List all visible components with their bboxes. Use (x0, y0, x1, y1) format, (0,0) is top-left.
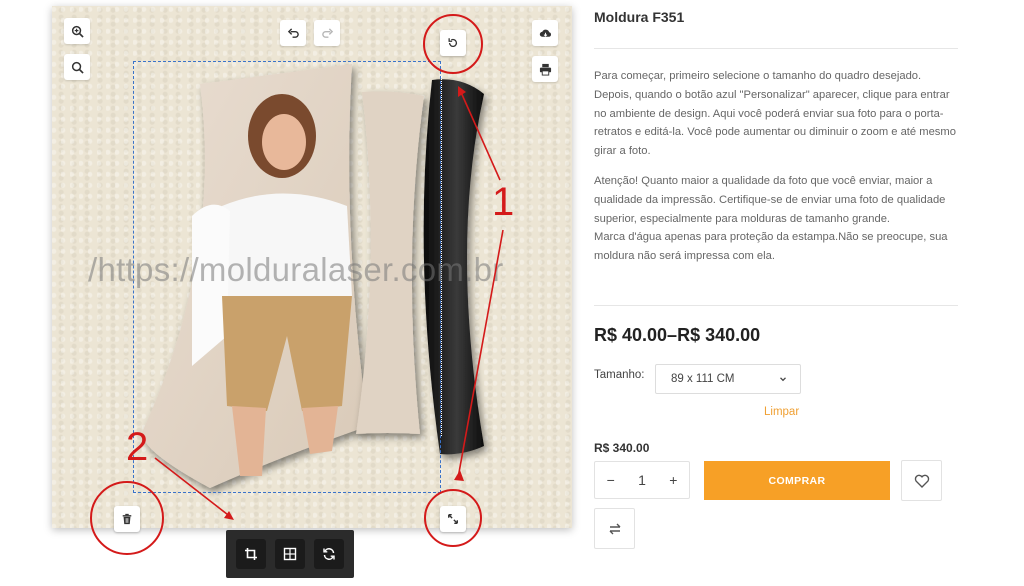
size-label: Tamanho: (594, 369, 645, 381)
cloud-download-icon (539, 29, 551, 37)
refresh-icon (322, 548, 335, 560)
grid-button[interactable] (274, 539, 305, 569)
clear-link[interactable]: Limpar (764, 406, 799, 418)
divider (594, 305, 958, 306)
zoom-in-button[interactable] (64, 18, 90, 44)
price-range: R$ 40.00–R$ 340.00 (594, 325, 761, 345)
compare-icon (609, 523, 620, 534)
zoom-out-icon (71, 61, 84, 74)
redo-button[interactable] (314, 20, 340, 46)
buy-button[interactable]: COMPRAR (704, 461, 890, 500)
description-line: Atenção! Quanto maior a qualidade da fot… (594, 174, 946, 225)
quantity-stepper: − 1 + (594, 461, 690, 499)
zoom-out-button[interactable] (64, 54, 90, 80)
size-select-value: 89 x 111 CM (671, 373, 735, 385)
image-toolbar (226, 530, 354, 578)
resize-icon (448, 514, 458, 524)
product-description: Para começar, primeiro selecione o taman… (594, 67, 962, 266)
watermark-text: /https://molduralaser.com.br (88, 251, 504, 288)
undo-icon (287, 27, 299, 38)
undo-button[interactable] (280, 20, 306, 46)
unit-price: R$ 340.00 (594, 441, 650, 455)
redo-icon (321, 27, 333, 38)
product-panel: Moldura F351 Para começar, primeiro sele… (594, 0, 994, 586)
design-canvas[interactable]: /https://molduralaser.com.br (52, 6, 572, 532)
heart-icon (914, 474, 929, 488)
compare-button[interactable] (594, 508, 635, 549)
crop-icon (245, 548, 258, 560)
quantity-decrease-button[interactable]: − (595, 472, 626, 488)
grid-icon (283, 547, 297, 561)
page: /https://molduralaser.com.br 1 2 Moldura… (0, 0, 1024, 586)
frame-photo[interactable]: /https://molduralaser.com.br (52, 6, 572, 528)
zoom-in-icon (71, 25, 84, 38)
divider (594, 48, 958, 49)
chevron-down-icon (780, 377, 786, 382)
description-line: Marca d'água apenas para proteção da est… (594, 231, 948, 263)
product-title: Moldura F351 (594, 9, 685, 25)
quantity-value[interactable]: 1 (626, 472, 657, 488)
rotate-handle[interactable] (440, 30, 466, 56)
wishlist-button[interactable] (901, 460, 942, 501)
resize-handle[interactable] (440, 506, 466, 532)
upload-button[interactable] (532, 20, 558, 46)
description-paragraph: Para começar, primeiro selecione o taman… (594, 70, 956, 158)
print-button[interactable] (532, 56, 558, 82)
refresh-button[interactable] (313, 539, 344, 569)
description-paragraph: Atenção! Quanto maior a qualidade da fot… (594, 172, 962, 266)
crop-button[interactable] (236, 539, 267, 569)
delete-handle[interactable] (114, 506, 140, 532)
quantity-increase-button[interactable]: + (658, 472, 689, 488)
trash-icon (122, 513, 132, 525)
print-icon (539, 63, 551, 76)
size-select[interactable]: 89 x 111 CM (655, 364, 801, 394)
rotate-icon (448, 38, 458, 47)
